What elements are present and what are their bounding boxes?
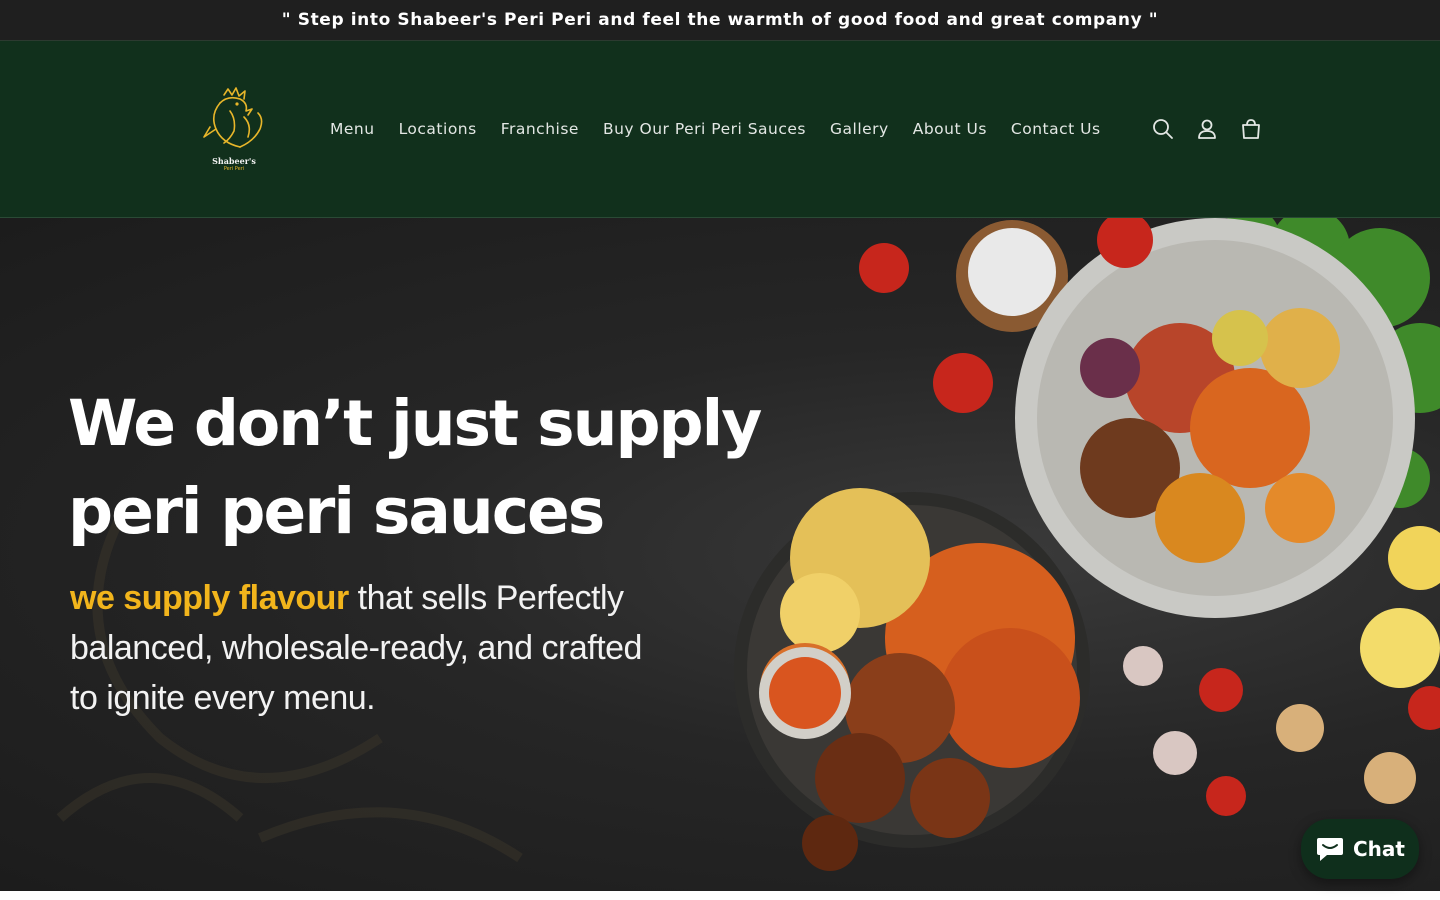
nav-item-about-us[interactable]: About Us <box>901 120 999 138</box>
nav-item-menu[interactable]: Menu <box>318 120 387 138</box>
announcement-text: " Step into Shabeer's Peri Peri and feel… <box>281 10 1159 30</box>
search-button[interactable] <box>1141 107 1185 151</box>
site-header: Shabeer's Peri Peri Menu Locations Franc… <box>0 41 1440 218</box>
logo-name: Shabeer's <box>212 156 256 166</box>
hero-banner[interactable]: We don’t just supply peri peri sauces we… <box>0 218 1440 891</box>
chat-button[interactable]: Chat <box>1301 819 1419 879</box>
header-icons <box>1141 106 1273 152</box>
below-hero-strip <box>0 891 1440 900</box>
nav-item-buy-sauces[interactable]: Buy Our Peri Peri Sauces <box>591 120 818 138</box>
hero-headline: We don’t just supply peri peri sauces <box>68 380 768 556</box>
site-logo[interactable]: Shabeer's Peri Peri <box>190 85 280 177</box>
chat-label: Chat <box>1353 837 1405 861</box>
hero-headline-line-2: peri peri sauces <box>68 475 605 548</box>
nav-item-franchise[interactable]: Franchise <box>489 120 591 138</box>
hero-subheading: we supply flavour that sells Perfectly b… <box>70 573 670 723</box>
nav-item-contact-us[interactable]: Contact Us <box>999 120 1113 138</box>
account-icon <box>1198 119 1216 139</box>
cart-button[interactable] <box>1229 107 1273 151</box>
cart-icon <box>1242 119 1260 139</box>
hero-sub-accent: we supply flavour <box>70 579 349 617</box>
chat-bubble-icon <box>1317 838 1343 861</box>
account-button[interactable] <box>1185 107 1229 151</box>
announcement-bar: " Step into Shabeer's Peri Peri and feel… <box>0 0 1440 41</box>
search-icon <box>1153 119 1173 139</box>
nav-item-gallery[interactable]: Gallery <box>818 120 901 138</box>
rooster-logo-icon <box>203 87 263 148</box>
hero-headline-line-1: We don’t just supply <box>68 387 762 460</box>
main-nav: Menu Locations Franchise Buy Our Peri Pe… <box>318 115 1113 143</box>
logo-subtitle: Peri Peri <box>223 166 245 172</box>
nav-item-locations[interactable]: Locations <box>387 120 489 138</box>
